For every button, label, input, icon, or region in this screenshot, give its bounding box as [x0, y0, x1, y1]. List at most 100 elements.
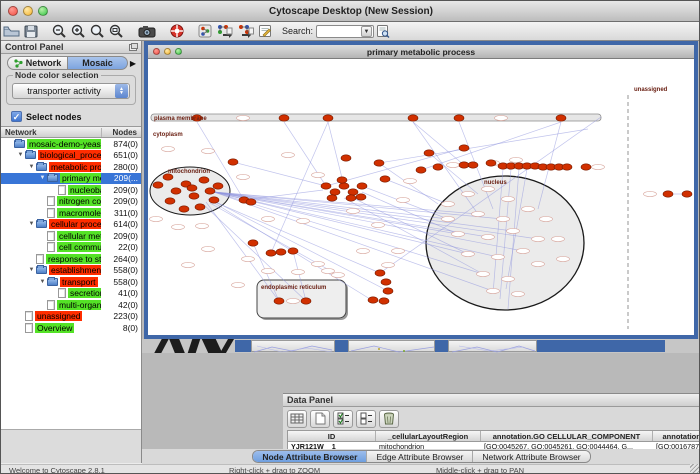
- network-node[interactable]: [274, 298, 284, 304]
- network-node[interactable]: [276, 249, 286, 255]
- network-node[interactable]: [663, 191, 673, 197]
- tree-row[interactable]: ▼primary metabo209(...: [1, 173, 141, 185]
- network-node[interactable]: [248, 240, 258, 246]
- zoom-in-icon[interactable]: [71, 23, 86, 40]
- network-node[interactable]: [279, 115, 289, 121]
- nodes-column-header[interactable]: Nodes: [101, 128, 141, 137]
- modify-attributes-icon[interactable]: [287, 410, 307, 428]
- network-node[interactable]: [348, 189, 358, 195]
- tree-row[interactable]: cellular metabo209(0): [1, 230, 141, 242]
- network-node[interactable]: [301, 298, 311, 304]
- network-node[interactable]: [189, 193, 199, 199]
- expand-arrow-icon[interactable]: ▼: [27, 164, 36, 170]
- network-node[interactable]: [153, 182, 163, 188]
- network-node[interactable]: [341, 155, 351, 161]
- select-all-attributes-icon[interactable]: [333, 410, 353, 428]
- background-window-frame[interactable]: [335, 340, 348, 352]
- network-node[interactable]: [416, 167, 426, 173]
- tab-overflow-icon[interactable]: ▶: [128, 59, 138, 68]
- network-node[interactable]: [187, 185, 197, 191]
- table-column-header[interactable]: _cellularLayoutRegion: [376, 431, 481, 441]
- tree-row[interactable]: macromolecule311(0): [1, 207, 141, 219]
- float-panel-icon[interactable]: [129, 44, 137, 51]
- network-node[interactable]: [179, 206, 189, 212]
- tree-row[interactable]: ▼transport558(0): [1, 276, 141, 288]
- tree-row[interactable]: nitrogen compo209(0): [1, 196, 141, 208]
- background-window-frame[interactable]: [235, 340, 251, 352]
- tab-edge-attribute-browser[interactable]: Edge Attribute Browser: [366, 451, 472, 462]
- network-node[interactable]: [374, 160, 384, 166]
- zoom-selected-icon[interactable]: [90, 23, 105, 40]
- network-node[interactable]: [288, 248, 298, 254]
- tree-row[interactable]: ▼metabolic process280(0): [1, 161, 141, 173]
- network-node[interactable]: [556, 115, 566, 121]
- network-view-titlebar[interactable]: primary metabolic process: [148, 45, 694, 59]
- tree-row[interactable]: ▼establishment of lo558(0): [1, 265, 141, 277]
- network-node[interactable]: [424, 150, 434, 156]
- expand-arrow-icon[interactable]: ▼: [38, 175, 47, 181]
- delete-attribute-icon[interactable]: [379, 410, 399, 428]
- network-node[interactable]: [454, 115, 464, 121]
- tree-row[interactable]: response to stimulu264(0): [1, 253, 141, 265]
- expand-arrow-icon[interactable]: ▼: [16, 152, 25, 158]
- network-node[interactable]: [433, 164, 443, 170]
- background-window-frame[interactable]: [537, 340, 665, 352]
- annotation-icon[interactable]: [258, 23, 272, 40]
- save-session-icon[interactable]: [24, 23, 38, 40]
- network-node[interactable]: [209, 197, 219, 203]
- network-edge[interactable]: [328, 122, 344, 186]
- network-node[interactable]: [383, 288, 393, 294]
- background-window-fragment[interactable]: [348, 340, 435, 352]
- plasma-membrane-region[interactable]: [151, 114, 601, 121]
- tree-row[interactable]: ▼cellular process614(0): [1, 219, 141, 231]
- tree-row[interactable]: multi-organism pro42(0): [1, 299, 141, 311]
- background-window-frame[interactable]: [435, 340, 448, 352]
- create-attribute-icon[interactable]: [310, 410, 330, 428]
- tab-network[interactable]: Network: [7, 56, 68, 70]
- network-node[interactable]: [381, 279, 391, 285]
- network-edge[interactable]: [379, 129, 588, 163]
- zoom-out-icon[interactable]: [52, 23, 67, 40]
- network-node[interactable]: [346, 195, 356, 201]
- network-view-window[interactable]: primary metabolic process plasma membran…: [144, 41, 698, 339]
- tree-row[interactable]: cell communicat22(0): [1, 242, 141, 254]
- tree-row[interactable]: nucleobase-209(0): [1, 184, 141, 196]
- table-column-header[interactable]: ID: [288, 431, 376, 441]
- search-dropdown-icon[interactable]: ▼: [361, 26, 372, 37]
- network-edge[interactable]: [385, 179, 448, 204]
- network-node[interactable]: [375, 270, 385, 276]
- network-node[interactable]: [199, 177, 209, 183]
- vizmapper-icon[interactable]: [198, 23, 212, 40]
- network-node[interactable]: [171, 188, 181, 194]
- network-node[interactable]: [321, 183, 331, 189]
- help-icon[interactable]: [170, 23, 184, 40]
- network-node[interactable]: [323, 115, 333, 121]
- tab-node-attribute-browser[interactable]: Node Attribute Browser: [253, 451, 366, 462]
- network-node[interactable]: [339, 183, 349, 189]
- network-node[interactable]: [266, 250, 276, 256]
- network-node[interactable]: [379, 298, 389, 304]
- table-column-header[interactable]: annotation.GO CELLULAR_COMPONENT: [481, 431, 653, 441]
- search-field[interactable]: [317, 27, 361, 36]
- tree-row[interactable]: ▼biological_process651(0): [1, 150, 141, 162]
- network-node[interactable]: [459, 145, 469, 151]
- network-column-header[interactable]: Network: [1, 128, 101, 137]
- network-node[interactable]: [330, 189, 340, 195]
- network-node[interactable]: [486, 160, 496, 166]
- background-window-fragment[interactable]: [251, 340, 335, 352]
- network-node[interactable]: [380, 176, 390, 182]
- zoom-fit-icon[interactable]: [109, 23, 124, 40]
- tab-network-attribute-browser[interactable]: Network Attribute Browser: [472, 451, 589, 462]
- network-node[interactable]: [213, 183, 223, 189]
- table-column-header[interactable]: annotation.GO MOLECULAR_FUNCTION: [653, 431, 700, 441]
- tree-row[interactable]: secretion41(0): [1, 288, 141, 300]
- import-network-icon[interactable]: [216, 23, 233, 40]
- network-node[interactable]: [356, 194, 366, 200]
- expand-arrow-icon[interactable]: ▼: [27, 267, 36, 273]
- network-node[interactable]: [195, 204, 205, 210]
- unselect-all-attributes-icon[interactable]: [356, 410, 376, 428]
- network-canvas[interactable]: plasma membranecytoplasmmitochondrionnuc…: [148, 59, 694, 335]
- expand-arrow-icon[interactable]: ▼: [38, 279, 47, 285]
- network-node[interactable]: [581, 164, 591, 170]
- network-node[interactable]: [205, 188, 215, 194]
